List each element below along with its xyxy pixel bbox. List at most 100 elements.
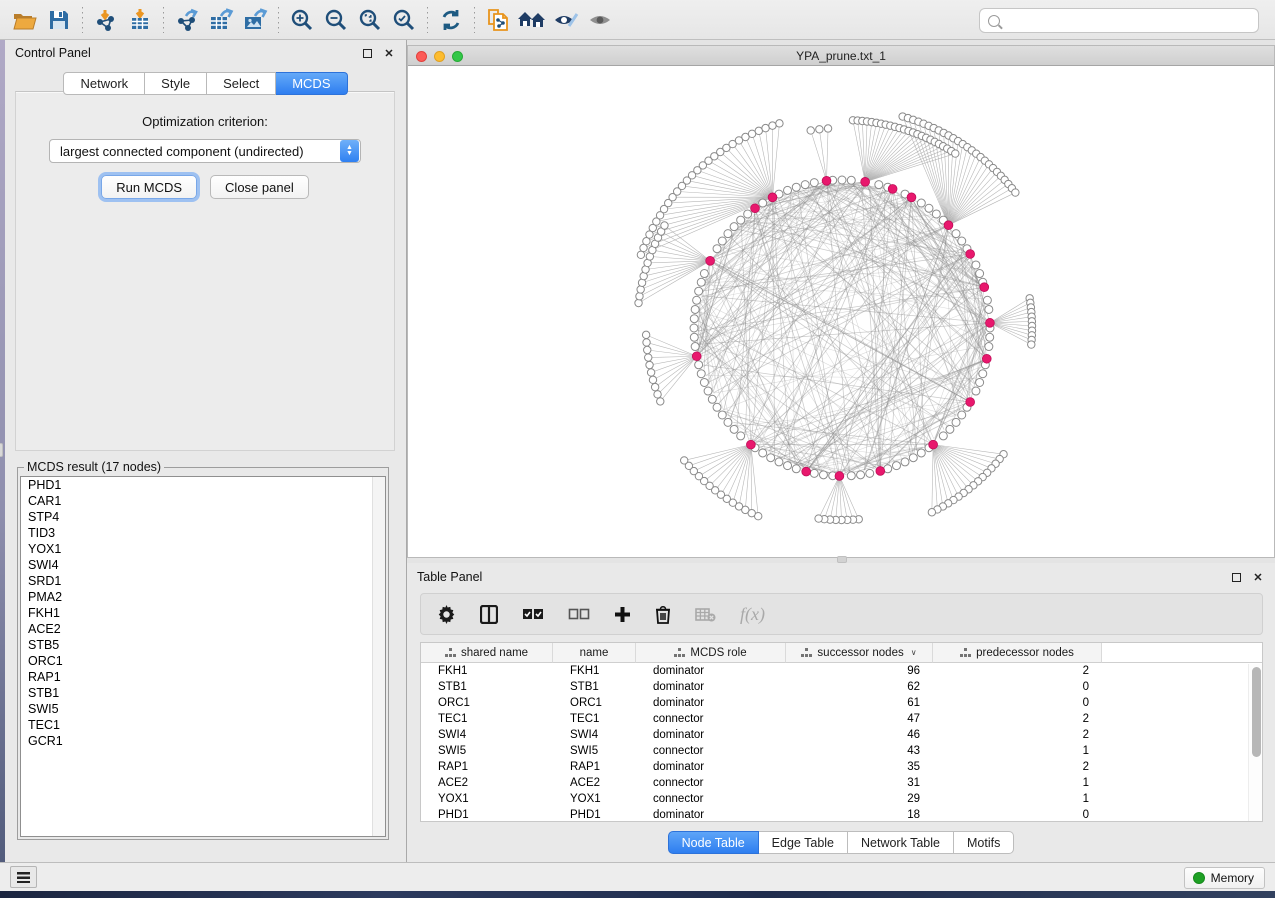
export-image-button[interactable] bbox=[238, 4, 272, 36]
cell-predecessor-nodes[interactable]: 2 bbox=[933, 663, 1102, 679]
result-node-item[interactable]: SRD1 bbox=[21, 573, 385, 589]
cell-MCDS-role[interactable]: dominator bbox=[636, 807, 786, 822]
cell-successor-nodes[interactable]: 18 bbox=[786, 807, 933, 822]
maximize-window-icon[interactable] bbox=[452, 51, 463, 62]
zoom-fit-button[interactable] bbox=[353, 4, 387, 36]
hide-details-button[interactable] bbox=[549, 4, 583, 36]
import-table-button[interactable] bbox=[123, 4, 157, 36]
table-scrollbar-thumb[interactable] bbox=[1252, 667, 1261, 757]
cell-shared-name[interactable]: ACE2 bbox=[421, 775, 553, 791]
refresh-button[interactable] bbox=[434, 4, 468, 36]
table-row[interactable]: YOX1YOX1connector291 bbox=[421, 791, 1262, 807]
cell-MCDS-role[interactable]: connector bbox=[636, 791, 786, 807]
criterion-dropdown[interactable]: largest connected component (undirected)… bbox=[49, 139, 361, 163]
zoom-in-button[interactable] bbox=[285, 4, 319, 36]
cell-name[interactable]: SWI5 bbox=[553, 743, 636, 759]
cell-successor-nodes[interactable]: 62 bbox=[786, 679, 933, 695]
result-node-item[interactable]: ACE2 bbox=[21, 621, 385, 637]
table-row[interactable]: STB1STB1dominator620 bbox=[421, 679, 1262, 695]
result-list-scrollbar[interactable] bbox=[372, 477, 385, 836]
result-node-item[interactable]: STB1 bbox=[21, 685, 385, 701]
cell-successor-nodes[interactable]: 47 bbox=[786, 711, 933, 727]
cell-successor-nodes[interactable]: 43 bbox=[786, 743, 933, 759]
cell-predecessor-nodes[interactable]: 1 bbox=[933, 743, 1102, 759]
cell-shared-name[interactable]: YOX1 bbox=[421, 791, 553, 807]
result-node-item[interactable]: SWI5 bbox=[21, 701, 385, 717]
cell-predecessor-nodes[interactable]: 0 bbox=[933, 679, 1102, 695]
cell-name[interactable]: RAP1 bbox=[553, 759, 636, 775]
table-row[interactable]: RAP1RAP1dominator352 bbox=[421, 759, 1262, 775]
result-node-item[interactable]: GCR1 bbox=[21, 733, 385, 749]
table-row[interactable]: PHD1PHD1dominator180 bbox=[421, 807, 1262, 822]
cell-predecessor-nodes[interactable]: 1 bbox=[933, 791, 1102, 807]
cell-name[interactable]: YOX1 bbox=[553, 791, 636, 807]
zoom-selected-button[interactable] bbox=[387, 4, 421, 36]
cell-MCDS-role[interactable]: connector bbox=[636, 775, 786, 791]
table-row[interactable]: ORC1ORC1dominator610 bbox=[421, 695, 1262, 711]
tab-network-table[interactable]: Network Table bbox=[848, 831, 954, 854]
cell-MCDS-role[interactable]: dominator bbox=[636, 679, 786, 695]
tab-select[interactable]: Select bbox=[207, 72, 276, 95]
cell-shared-name[interactable]: SWI4 bbox=[421, 727, 553, 743]
run-mcds-button[interactable]: Run MCDS bbox=[101, 175, 197, 199]
memory-button[interactable]: Memory bbox=[1184, 867, 1265, 889]
cell-name[interactable]: SWI4 bbox=[553, 727, 636, 743]
tab-style[interactable]: Style bbox=[145, 72, 207, 95]
import-network-button[interactable] bbox=[89, 4, 123, 36]
cell-predecessor-nodes[interactable]: 2 bbox=[933, 727, 1102, 743]
cell-shared-name[interactable]: STB1 bbox=[421, 679, 553, 695]
minimize-window-icon[interactable] bbox=[434, 51, 445, 62]
cell-name[interactable]: FKH1 bbox=[553, 663, 636, 679]
close-panel-icon[interactable]: ✕ bbox=[1251, 570, 1265, 584]
cell-MCDS-role[interactable]: dominator bbox=[636, 727, 786, 743]
column-header-MCDS-role[interactable]: MCDS role bbox=[636, 643, 786, 663]
network-graph[interactable] bbox=[408, 66, 1274, 557]
result-node-item[interactable]: RAP1 bbox=[21, 669, 385, 685]
task-history-button[interactable] bbox=[10, 866, 37, 888]
result-node-item[interactable]: SWI4 bbox=[21, 557, 385, 573]
search-input[interactable] bbox=[979, 8, 1259, 33]
result-node-item[interactable]: PHD1 bbox=[21, 477, 385, 493]
float-panel-icon[interactable] bbox=[1229, 570, 1243, 584]
cell-predecessor-nodes[interactable]: 0 bbox=[933, 695, 1102, 711]
cell-predecessor-nodes[interactable]: 1 bbox=[933, 775, 1102, 791]
table-row[interactable]: SWI5SWI5connector431 bbox=[421, 743, 1262, 759]
cell-MCDS-role[interactable]: connector bbox=[636, 711, 786, 727]
result-node-item[interactable]: FKH1 bbox=[21, 605, 385, 621]
network-canvas[interactable] bbox=[408, 66, 1274, 557]
table-row[interactable]: TEC1TEC1connector472 bbox=[421, 711, 1262, 727]
search-field[interactable] bbox=[1006, 14, 1250, 28]
close-panel-icon[interactable]: ✕ bbox=[382, 46, 396, 60]
cell-name[interactable]: STB1 bbox=[553, 679, 636, 695]
cell-name[interactable]: TEC1 bbox=[553, 711, 636, 727]
cell-name[interactable]: ORC1 bbox=[553, 695, 636, 711]
cell-successor-nodes[interactable]: 31 bbox=[786, 775, 933, 791]
splitter-handle[interactable] bbox=[837, 556, 847, 563]
table-row[interactable]: SWI4SWI4dominator462 bbox=[421, 727, 1262, 743]
show-details-button[interactable] bbox=[583, 4, 617, 36]
result-node-item[interactable]: TID3 bbox=[21, 525, 385, 541]
column-header-successor-nodes[interactable]: successor nodes∨ bbox=[786, 643, 933, 663]
cell-predecessor-nodes[interactable]: 2 bbox=[933, 759, 1102, 775]
splitter-handle[interactable] bbox=[0, 443, 3, 457]
zoom-out-button[interactable] bbox=[319, 4, 353, 36]
table-row[interactable]: ACE2ACE2connector311 bbox=[421, 775, 1262, 791]
tab-motifs[interactable]: Motifs bbox=[954, 831, 1014, 854]
close-window-icon[interactable] bbox=[416, 51, 427, 62]
float-panel-icon[interactable] bbox=[360, 46, 374, 60]
cell-shared-name[interactable]: PHD1 bbox=[421, 807, 553, 822]
cell-successor-nodes[interactable]: 61 bbox=[786, 695, 933, 711]
cell-MCDS-role[interactable]: dominator bbox=[636, 663, 786, 679]
cell-shared-name[interactable]: ORC1 bbox=[421, 695, 553, 711]
settings-gear-icon[interactable] bbox=[437, 605, 456, 624]
cell-shared-name[interactable]: SWI5 bbox=[421, 743, 553, 759]
result-node-item[interactable]: ORC1 bbox=[21, 653, 385, 669]
close-panel-button[interactable]: Close panel bbox=[210, 175, 309, 199]
result-node-item[interactable]: YOX1 bbox=[21, 541, 385, 557]
home-networks-button[interactable] bbox=[515, 4, 549, 36]
result-node-item[interactable]: STB5 bbox=[21, 637, 385, 653]
export-network-button[interactable] bbox=[170, 4, 204, 36]
result-node-item[interactable]: TEC1 bbox=[21, 717, 385, 733]
cell-name[interactable]: ACE2 bbox=[553, 775, 636, 791]
mcds-result-list[interactable]: PHD1CAR1STP4TID3YOX1SWI4SRD1PMA2FKH1ACE2… bbox=[20, 476, 386, 837]
